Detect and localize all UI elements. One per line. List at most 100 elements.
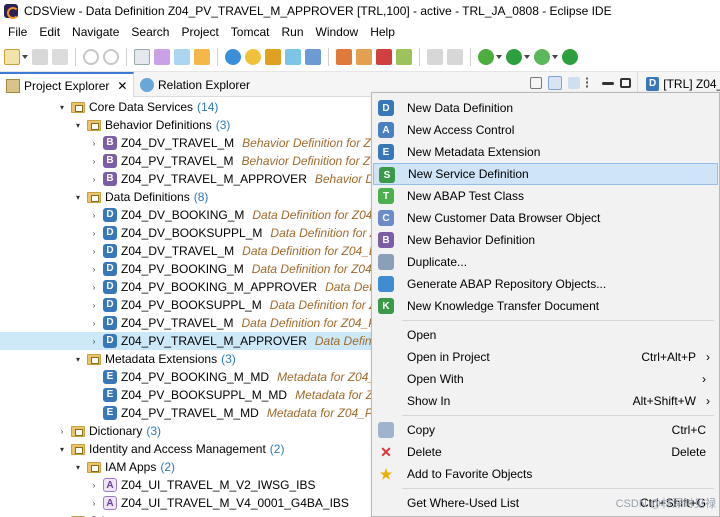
collapse-all-icon[interactable] xyxy=(530,77,542,89)
menu-help[interactable]: Help xyxy=(364,22,401,42)
maximize-icon[interactable] xyxy=(620,78,631,88)
new-icon[interactable] xyxy=(4,48,20,65)
tab-project-explorer-label: Project Explorer xyxy=(24,78,110,93)
collapsed-chevron-icon[interactable]: › xyxy=(88,319,100,328)
expanded-chevron-icon[interactable]: ▾ xyxy=(56,103,68,112)
context-menu-item[interactable]: T New ABAP Test Class xyxy=(373,185,718,207)
context-menu-item[interactable]: B New Behavior Definition xyxy=(373,229,718,251)
menu-project[interactable]: Project xyxy=(175,22,224,42)
coverage-icon[interactable] xyxy=(562,48,578,65)
context-menu-item[interactable]: Open in Project Ctrl+Alt+P › xyxy=(373,346,718,368)
context-menu-item[interactable]: S New Service Definition xyxy=(373,163,718,185)
menu-edit[interactable]: Edit xyxy=(33,22,66,42)
save-all-icon[interactable] xyxy=(52,48,68,65)
data-definition-icon: D xyxy=(646,77,660,91)
close-icon[interactable]: ✕ xyxy=(117,79,127,93)
expanded-chevron-icon[interactable]: ▾ xyxy=(56,445,68,454)
run-icon[interactable] xyxy=(506,48,522,65)
collapsed-chevron-icon[interactable]: › xyxy=(88,157,100,166)
run-external-icon[interactable] xyxy=(534,48,550,65)
link-with-editor-icon[interactable] xyxy=(548,76,562,90)
save-icon[interactable] xyxy=(32,48,48,65)
collapsed-chevron-icon[interactable]: › xyxy=(88,481,100,490)
undo-icon[interactable] xyxy=(83,48,99,65)
view-toolbar xyxy=(530,76,631,90)
collapsed-chevron-icon[interactable]: › xyxy=(88,175,100,184)
outline-icon[interactable] xyxy=(305,48,321,65)
collapsed-chevron-icon[interactable]: › xyxy=(88,301,100,310)
tree-item-label: Behavior Definitions xyxy=(105,118,212,132)
menu-window[interactable]: Window xyxy=(310,22,365,42)
terminal-icon[interactable] xyxy=(427,48,443,65)
profiling-icon[interactable] xyxy=(356,48,372,65)
context-menu-item[interactable]: Open xyxy=(373,324,718,346)
context-menu-item[interactable]: K New Knowledge Transfer Document xyxy=(373,295,718,317)
collapsed-chevron-icon[interactable]: › xyxy=(88,247,100,256)
abap-project-icon[interactable] xyxy=(134,48,150,65)
menu-search[interactable]: Search xyxy=(125,22,175,42)
context-menu-item-label: Open in Project xyxy=(407,350,490,364)
context-menu-item[interactable]: Open With › xyxy=(373,368,718,390)
submenu-arrow-icon: › xyxy=(706,350,710,364)
check-icon[interactable] xyxy=(225,48,241,65)
new-dropdown-icon[interactable] xyxy=(22,54,28,59)
context-menu-item[interactable]: E New Metadata Extension xyxy=(373,141,718,163)
collapsed-chevron-icon[interactable]: › xyxy=(88,265,100,274)
context-menu-item[interactable]: D New Data Definition xyxy=(373,97,718,119)
context-menu-item-label: New Metadata Extension xyxy=(407,145,541,159)
collapsed-chevron-icon[interactable]: › xyxy=(88,229,100,238)
editor-tab-label[interactable]: [TRL] Z04_ xyxy=(663,77,720,91)
expanded-chevron-icon[interactable]: ▾ xyxy=(72,463,84,472)
context-menu-item[interactable]: Generate ABAP Repository Objects... xyxy=(373,273,718,295)
context-menu-item[interactable]: Duplicate... xyxy=(373,251,718,273)
debug-abap-icon[interactable] xyxy=(336,48,352,65)
transport-icon[interactable] xyxy=(194,48,210,65)
package-icon[interactable] xyxy=(174,48,190,65)
context-menu-item[interactable]: A New Access Control xyxy=(373,119,718,141)
collapsed-chevron-icon[interactable]: › xyxy=(56,427,68,436)
debug-icon[interactable] xyxy=(478,48,494,65)
expanded-chevron-icon[interactable]: ▾ xyxy=(72,355,84,364)
expanded-chevron-icon[interactable]: ▾ xyxy=(72,193,84,202)
toolbar-separator xyxy=(470,47,471,66)
tree-item-label: Identity and Access Management xyxy=(89,442,266,456)
menu-navigate[interactable]: Navigate xyxy=(66,22,125,42)
stop-icon[interactable] xyxy=(376,48,392,65)
collapsed-chevron-icon[interactable]: › xyxy=(88,337,100,346)
context-menu-item[interactable]: Copy Ctrl+C xyxy=(373,419,718,441)
debug-dropdown-icon[interactable] xyxy=(496,54,502,59)
filter-icon[interactable] xyxy=(568,77,580,89)
minimize-icon[interactable] xyxy=(602,81,614,85)
context-menu-item[interactable]: ★ Add to Favorite Objects xyxy=(373,463,718,485)
tab-relation-explorer[interactable]: Relation Explorer xyxy=(134,72,256,97)
folder-icon xyxy=(87,119,101,131)
tree-item-label: Metadata Extensions xyxy=(105,352,218,366)
abap-class-icon[interactable] xyxy=(154,48,170,65)
redo-icon[interactable] xyxy=(103,48,119,65)
context-menu-item[interactable]: C New Customer Data Browser Object xyxy=(373,207,718,229)
run-dropdown-icon[interactable] xyxy=(524,54,530,59)
collapsed-chevron-icon[interactable]: › xyxy=(88,283,100,292)
toolbar-separator xyxy=(75,47,76,66)
shortcut-label: Alt+Shift+W xyxy=(632,394,696,408)
context-menu-item[interactable]: ✕ Delete Delete xyxy=(373,441,718,463)
collapsed-chevron-icon[interactable]: › xyxy=(88,139,100,148)
collapsed-chevron-icon[interactable]: › xyxy=(88,211,100,220)
activate-icon[interactable] xyxy=(245,48,261,65)
menu-tomcat[interactable]: Tomcat xyxy=(225,22,276,42)
tree-item-description: Data Definition for Z04_PV xyxy=(241,316,385,330)
tests-icon[interactable] xyxy=(396,48,412,65)
activate-all-icon[interactable] xyxy=(265,48,281,65)
tree-item-description: Data Definition for Z04_DV xyxy=(242,244,386,258)
submenu-arrow-icon: › xyxy=(706,394,710,408)
format-icon[interactable] xyxy=(285,48,301,65)
tab-project-explorer[interactable]: Project Explorer ✕ xyxy=(0,72,135,97)
expanded-chevron-icon[interactable]: ▾ xyxy=(72,121,84,130)
run-external-dropdown-icon[interactable] xyxy=(552,54,558,59)
menu-run[interactable]: Run xyxy=(275,22,309,42)
menu-file[interactable]: File xyxy=(2,22,33,42)
view-menu-icon[interactable] xyxy=(586,77,590,89)
collapsed-chevron-icon[interactable]: › xyxy=(88,499,100,508)
context-menu-item[interactable]: Show In Alt+Shift+W › xyxy=(373,390,718,412)
paragraph-icon[interactable] xyxy=(447,48,463,65)
